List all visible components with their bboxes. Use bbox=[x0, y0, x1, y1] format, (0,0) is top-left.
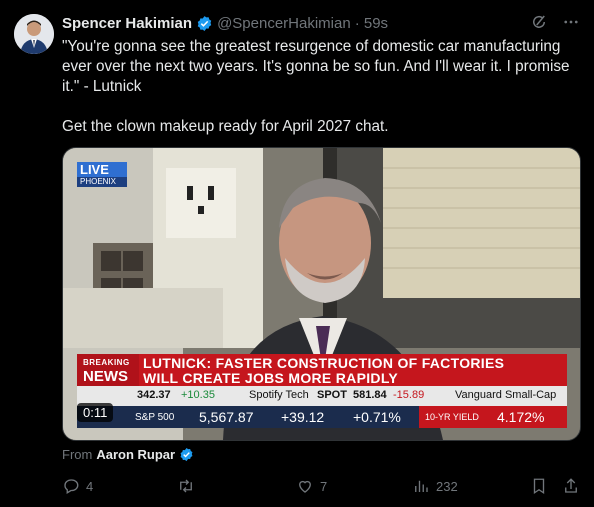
live-badge: LIVE PHOENIX bbox=[77, 162, 127, 187]
verified-badge-icon bbox=[196, 15, 213, 32]
headline-line2: WILL CREATE JOBS MORE RAPIDLY bbox=[143, 369, 399, 386]
ticker-item2-change: -15.89 bbox=[393, 389, 425, 401]
live-label: LIVE bbox=[77, 162, 127, 177]
tweet-header: Spencer Hakimian @SpencerHakimian · 59s bbox=[62, 13, 584, 33]
verified-badge-icon bbox=[179, 447, 194, 462]
index-change: +39.12 bbox=[281, 409, 325, 425]
ticker-item2-value: 581.84 bbox=[353, 389, 387, 401]
avatar[interactable] bbox=[14, 14, 54, 54]
repost-button[interactable] bbox=[176, 477, 202, 495]
video-player[interactable]: LIVE PHOENIX BREAKING NEWS LUTNICK: FAST… bbox=[62, 147, 581, 441]
reply-count: 4 bbox=[86, 478, 94, 494]
live-location: PHOENIX bbox=[77, 177, 127, 187]
yield-label: 10-YR YIELD bbox=[425, 412, 479, 422]
author-handle[interactable]: @SpencerHakimian bbox=[217, 15, 351, 32]
index-value: 5,567.87 bbox=[199, 409, 254, 425]
index-pct: +0.71% bbox=[353, 409, 401, 425]
index-name: S&P 500 bbox=[135, 412, 175, 423]
grok-icon[interactable] bbox=[530, 13, 548, 31]
like-button[interactable]: 7 bbox=[296, 477, 327, 495]
like-count: 7 bbox=[320, 478, 328, 494]
views-icon bbox=[412, 477, 430, 495]
headline-line1: LUTNICK: FASTER CONSTRUCTION OF FACTORIE… bbox=[143, 355, 505, 371]
tweet-time[interactable]: · 59s bbox=[355, 15, 388, 32]
tweet-text: "You're gonna see the greatest resurgenc… bbox=[62, 38, 570, 135]
headline: LUTNICK: FASTER CONSTRUCTION OF FACTORIE… bbox=[143, 356, 563, 385]
ticker-item1-value: 342.37 bbox=[137, 389, 171, 401]
ticker-item3-name: Vanguard Small-Cap bbox=[455, 389, 557, 401]
news-label: NEWS bbox=[83, 368, 128, 385]
bookmark-icon bbox=[530, 477, 548, 495]
video-duration: 0:11 bbox=[77, 403, 114, 422]
reply-button[interactable]: 4 bbox=[62, 477, 93, 495]
heart-icon bbox=[296, 477, 314, 495]
stock-ticker: 342.37 +10.35 Spotify Tech SPOT 581.84 -… bbox=[77, 386, 567, 406]
more-options-icon[interactable] bbox=[562, 13, 580, 31]
market-ticker: S&P 500 5,567.87 +39.12 +0.71% 10-YR YIE… bbox=[77, 406, 567, 428]
author-name[interactable]: Spencer Hakimian bbox=[62, 15, 192, 32]
from-name[interactable]: Aaron Rupar bbox=[96, 447, 175, 462]
breaking-news-label: BREAKING NEWS bbox=[77, 354, 139, 386]
views-button[interactable]: 232 bbox=[412, 477, 458, 495]
ticker-item2-name: Spotify Tech bbox=[249, 389, 309, 401]
bookmark-button[interactable] bbox=[530, 477, 548, 495]
reply-icon bbox=[62, 477, 80, 495]
header-actions bbox=[530, 13, 580, 31]
share-button[interactable] bbox=[562, 477, 580, 495]
video-attribution: From Aaron Rupar bbox=[62, 447, 194, 462]
breaking-label: BREAKING bbox=[83, 358, 130, 367]
tweet-actions: 4 7 232 bbox=[62, 477, 582, 497]
ticker-item2-sym: SPOT bbox=[317, 389, 347, 401]
repost-icon bbox=[176, 477, 196, 495]
breaking-news-banner: BREAKING NEWS LUTNICK: FASTER CONSTRUCTI… bbox=[77, 354, 567, 386]
views-count: 232 bbox=[436, 478, 458, 494]
yield-value: 4.172% bbox=[497, 409, 545, 425]
share-icon bbox=[562, 477, 580, 495]
ticker-item1-change: +10.35 bbox=[181, 389, 215, 401]
from-label: From bbox=[62, 447, 93, 462]
